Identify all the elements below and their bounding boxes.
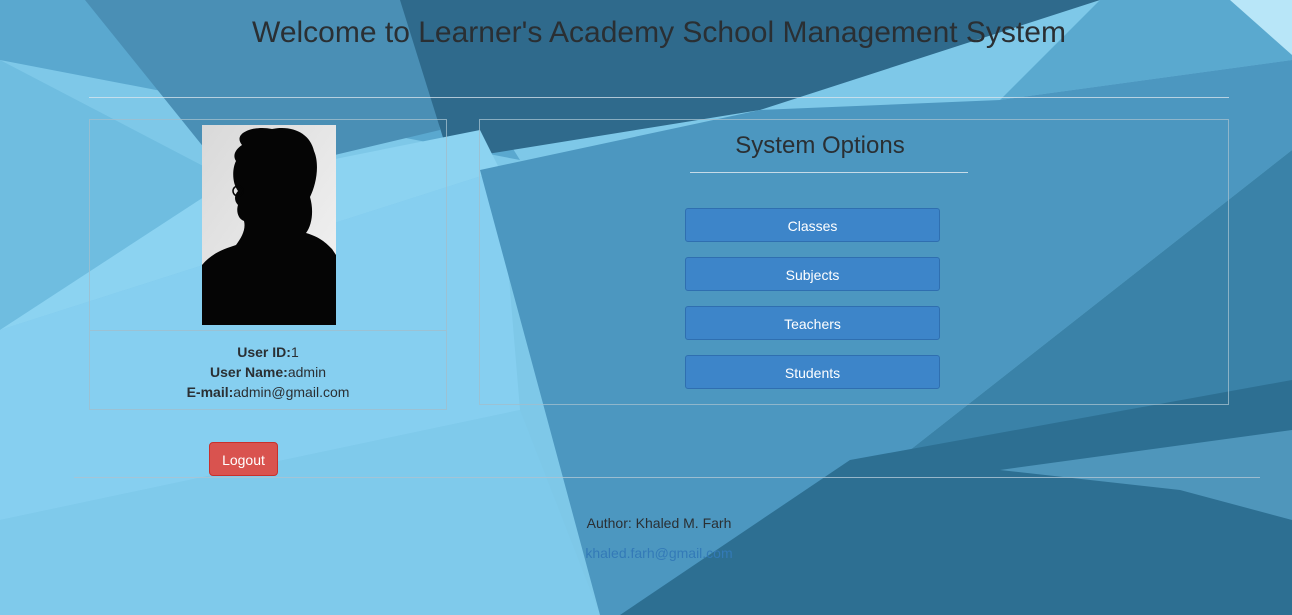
footer-email-link[interactable]: khaled.farh@gmail.com [0, 545, 1292, 561]
email-row: E-mail:admin@gmail.com [90, 382, 446, 402]
user-name-row: User Name:admin [90, 362, 446, 382]
footer-divider [74, 477, 1260, 478]
user-id-row: User ID:1 [90, 342, 446, 362]
logout-button[interactable]: Logout [209, 442, 278, 476]
page-title: Welcome to Learner's Academy School Mana… [252, 16, 1066, 49]
subjects-button[interactable]: Subjects [685, 257, 940, 291]
avatar [202, 125, 336, 325]
user-name-label: User Name: [210, 364, 288, 380]
teachers-button[interactable]: Teachers [685, 306, 940, 340]
footer-author: Author: Khaled M. Farh [586, 515, 732, 531]
user-id-value: 1 [290, 344, 299, 360]
content: Welcome to Learner's Academy School Mana… [0, 0, 1292, 615]
profile-info: User ID:1 User Name:admin E-mail:admin@g… [90, 342, 446, 402]
classes-button[interactable]: Classes [685, 208, 940, 242]
system-options-panel: System Options Classes Subjects Teachers… [479, 119, 1229, 405]
user-name-value: admin [287, 364, 326, 380]
page: Welcome to Learner's Academy School Mana… [0, 0, 1292, 615]
user-id-label: User ID: [237, 344, 291, 360]
profile-panel: User ID:1 User Name:admin E-mail:admin@g… [89, 119, 447, 410]
profile-divider [90, 330, 446, 331]
header-divider [89, 97, 1229, 98]
system-options-title: System Options [735, 132, 905, 159]
system-options-divider [690, 172, 968, 173]
email-label: E-mail: [186, 384, 234, 400]
students-button[interactable]: Students [685, 355, 940, 389]
email-value: admin@gmail.com [233, 384, 350, 400]
